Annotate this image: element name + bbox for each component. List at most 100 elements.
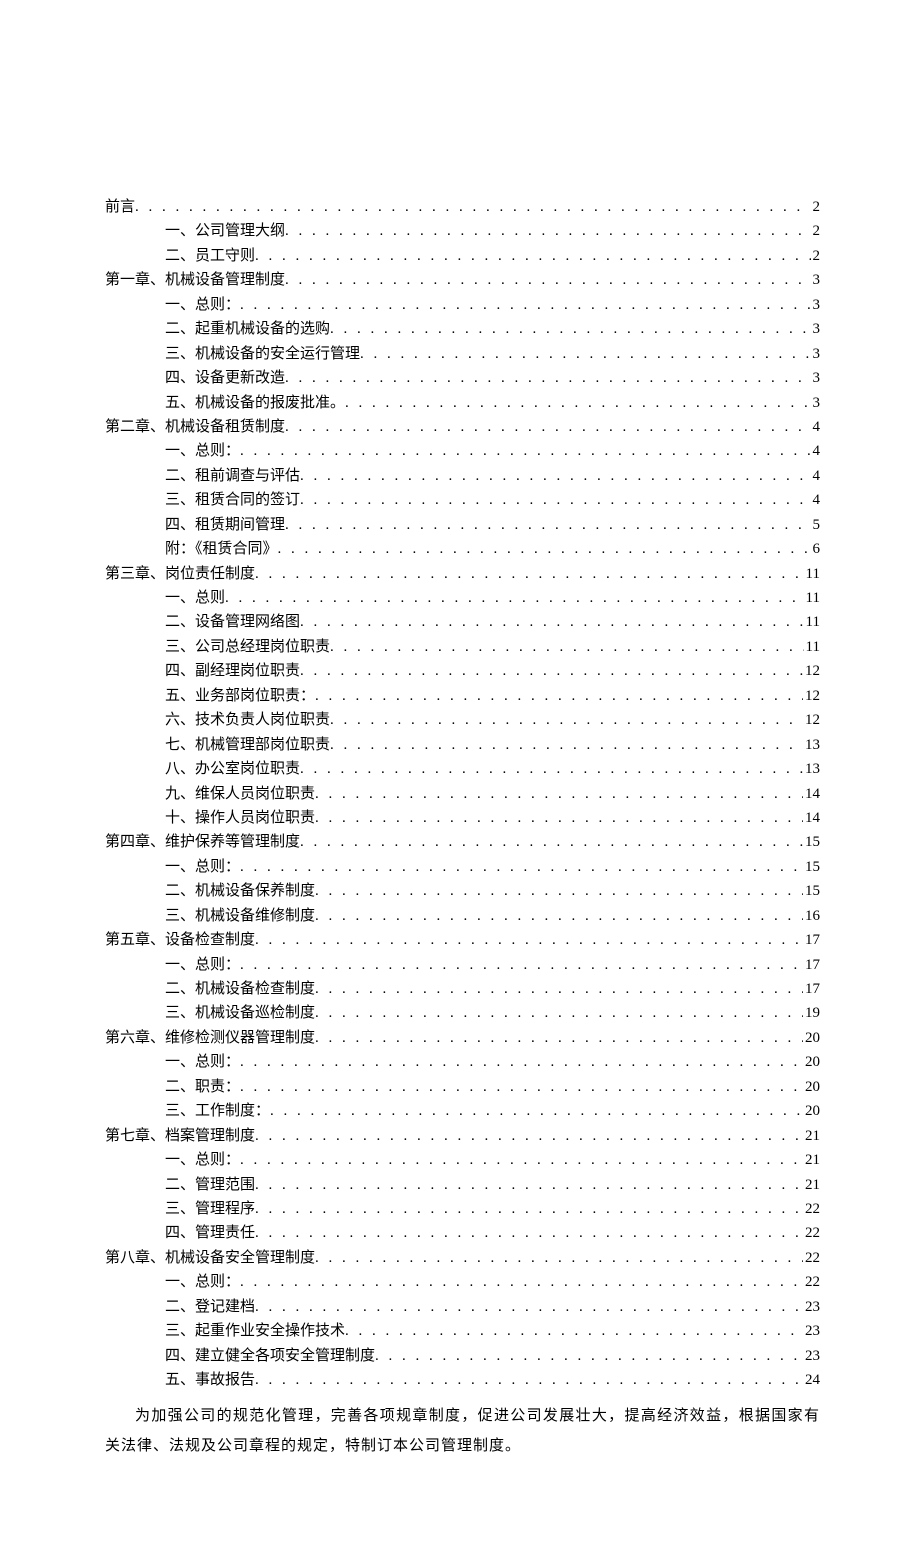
intro-paragraph: 为加强公司的规范化管理，完善各项规章制度，促进公司发展壮大，提高经济效益，根据国… [105, 1402, 820, 1461]
toc-leader-dots: . . . . . . . . . . . . . . . . . . . . … [330, 635, 804, 659]
toc-leader-dots: . . . . . . . . . . . . . . . . . . . . … [225, 586, 804, 610]
toc-entry-page: 23 [803, 1344, 820, 1368]
toc-entry: 二、起重机械设备的选购 . . . . . . . . . . . . . . … [105, 317, 820, 341]
toc-leader-dots: . . . . . . . . . . . . . . . . . . . . … [285, 268, 810, 292]
toc-entry-page: 3 [811, 293, 821, 317]
toc-entry-page: 14 [803, 782, 820, 806]
toc-entry-page: 17 [803, 977, 820, 1001]
toc-entry: 四、租赁期间管理 . . . . . . . . . . . . . . . .… [105, 513, 820, 537]
toc-entry-label: 二、租前调查与评估 [165, 464, 300, 488]
toc-entry-label: 十、操作人员岗位职责 [165, 806, 315, 830]
toc-entry-page: 19 [803, 1001, 820, 1025]
toc-entry: 第八章、机械设备安全管理制度 . . . . . . . . . . . . .… [105, 1246, 820, 1270]
toc-leader-dots: . . . . . . . . . . . . . . . . . . . . … [285, 219, 810, 243]
toc-entry-page: 20 [803, 1099, 820, 1123]
toc-entry-label: 六、技术负责人岗位职责 [165, 708, 330, 732]
toc-entry-label: 三、工作制度： [165, 1099, 270, 1123]
toc-leader-dots: . . . . . . . . . . . . . . . . . . . . … [240, 953, 803, 977]
toc-entry: 五、机械设备的报废批准。 . . . . . . . . . . . . . .… [105, 391, 820, 415]
toc-entry: 二、机械设备保养制度 . . . . . . . . . . . . . . .… [105, 879, 820, 903]
toc-entry-page: 13 [803, 733, 820, 757]
toc-entry-label: 一、总则： [165, 1148, 240, 1172]
toc-entry: 三、起重作业安全操作技术 . . . . . . . . . . . . . .… [105, 1319, 820, 1343]
toc-entry: 第六章、维修检测仪器管理制度 . . . . . . . . . . . . .… [105, 1026, 820, 1050]
toc-entry-page: 20 [803, 1026, 820, 1050]
toc-leader-dots: . . . . . . . . . . . . . . . . . . . . … [255, 1173, 803, 1197]
toc-entry-label: 第八章、机械设备安全管理制度 [105, 1246, 315, 1270]
toc-entry: 十、操作人员岗位职责 . . . . . . . . . . . . . . .… [105, 806, 820, 830]
toc-entry: 八、办公室岗位职责 . . . . . . . . . . . . . . . … [105, 757, 820, 781]
toc-entry-page: 3 [811, 366, 821, 390]
toc-leader-dots: . . . . . . . . . . . . . . . . . . . . … [278, 537, 811, 561]
toc-entry-page: 11 [804, 562, 820, 586]
toc-leader-dots: . . . . . . . . . . . . . . . . . . . . … [345, 391, 810, 415]
toc-leader-dots: . . . . . . . . . . . . . . . . . . . . … [315, 1246, 803, 1270]
toc-entry: 三、工作制度： . . . . . . . . . . . . . . . . … [105, 1099, 820, 1123]
toc-entry: 六、技术负责人岗位职责 . . . . . . . . . . . . . . … [105, 708, 820, 732]
toc-entry-label: 二、职责： [165, 1075, 240, 1099]
toc-entry-label: 一、总则： [165, 1050, 240, 1074]
toc-leader-dots: . . . . . . . . . . . . . . . . . . . . … [255, 1124, 803, 1148]
toc-entry: 二、机械设备检查制度 . . . . . . . . . . . . . . .… [105, 977, 820, 1001]
toc-leader-dots: . . . . . . . . . . . . . . . . . . . . … [240, 293, 810, 317]
toc-entry: 一、总则： . . . . . . . . . . . . . . . . . … [105, 953, 820, 977]
toc-entry-label: 第五章、设备检查制度 [105, 928, 255, 952]
toc-leader-dots: . . . . . . . . . . . . . . . . . . . . … [255, 1221, 803, 1245]
toc-entry-page: 2 [811, 244, 821, 268]
toc-entry-label: 四、副经理岗位职责 [165, 659, 300, 683]
toc-leader-dots: . . . . . . . . . . . . . . . . . . . . … [315, 684, 803, 708]
toc-leader-dots: . . . . . . . . . . . . . . . . . . . . … [285, 366, 810, 390]
toc-entry-label: 二、管理范围 [165, 1173, 255, 1197]
toc-entry-label: 三、公司总经理岗位职责 [165, 635, 330, 659]
toc-entry-page: 22 [803, 1221, 820, 1245]
toc-entry: 第三章、岗位责任制度 . . . . . . . . . . . . . . .… [105, 562, 820, 586]
toc-entry: 一、总则： . . . . . . . . . . . . . . . . . … [105, 855, 820, 879]
toc-entry-page: 17 [803, 953, 820, 977]
toc-entry-page: 11 [804, 586, 820, 610]
toc-entry: 一、总则： . . . . . . . . . . . . . . . . . … [105, 439, 820, 463]
toc-entry-label: 一、总则 [165, 586, 225, 610]
toc-entry-label: 第四章、维护保养等管理制度 [105, 830, 300, 854]
toc-leader-dots: . . . . . . . . . . . . . . . . . . . . … [315, 904, 803, 928]
toc-entry-page: 22 [803, 1270, 820, 1294]
toc-entry-label: 三、机械设备的安全运行管理 [165, 342, 360, 366]
toc-entry-page: 4 [811, 464, 821, 488]
toc-entry-page: 15 [803, 830, 820, 854]
toc-entry-page: 3 [811, 268, 821, 292]
toc-entry: 七、机械管理部岗位职责 . . . . . . . . . . . . . . … [105, 733, 820, 757]
toc-entry-label: 四、租赁期间管理 [165, 513, 285, 537]
toc-entry-page: 4 [811, 415, 821, 439]
toc-leader-dots: . . . . . . . . . . . . . . . . . . . . … [330, 708, 803, 732]
toc-entry: 第五章、设备检查制度 . . . . . . . . . . . . . . .… [105, 928, 820, 952]
toc-entry: 三、机械设备的安全运行管理 . . . . . . . . . . . . . … [105, 342, 820, 366]
toc-leader-dots: . . . . . . . . . . . . . . . . . . . . … [240, 855, 803, 879]
toc-entry-label: 一、总则： [165, 855, 240, 879]
toc-entry-page: 21 [803, 1148, 820, 1172]
toc-entry: 四、管理责任 . . . . . . . . . . . . . . . . .… [105, 1221, 820, 1245]
toc-leader-dots: . . . . . . . . . . . . . . . . . . . . … [300, 464, 810, 488]
toc-leader-dots: . . . . . . . . . . . . . . . . . . . . … [345, 1319, 803, 1343]
toc-entry-label: 四、管理责任 [165, 1221, 255, 1245]
toc-entry-label: 一、总则： [165, 1270, 240, 1294]
toc-leader-dots: . . . . . . . . . . . . . . . . . . . . … [285, 415, 810, 439]
toc-entry-page: 22 [803, 1197, 820, 1221]
toc-entry-page: 3 [811, 317, 821, 341]
toc-entry-label: 附：《租赁合同》 [165, 537, 278, 561]
toc-entry-page: 6 [811, 537, 821, 561]
toc-entry-page: 5 [811, 513, 821, 537]
toc-entry-label: 九、维保人员岗位职责 [165, 782, 315, 806]
toc-leader-dots: . . . . . . . . . . . . . . . . . . . . … [240, 439, 810, 463]
toc-entry-label: 第六章、维修检测仪器管理制度 [105, 1026, 315, 1050]
toc-entry-label: 二、员工守则 [165, 244, 255, 268]
toc-leader-dots: . . . . . . . . . . . . . . . . . . . . … [360, 342, 810, 366]
toc-entry-label: 一、总则： [165, 439, 240, 463]
toc-entry-label: 三、机械设备维修制度 [165, 904, 315, 928]
toc-entry-label: 二、设备管理网络图 [165, 610, 300, 634]
toc-entry-label: 一、公司管理大纲 [165, 219, 285, 243]
toc-entry-page: 12 [803, 708, 820, 732]
toc-leader-dots: . . . . . . . . . . . . . . . . . . . . … [315, 806, 803, 830]
toc-entry: 四、设备更新改造 . . . . . . . . . . . . . . . .… [105, 366, 820, 390]
toc-entry-page: 2 [811, 195, 821, 219]
toc-entry: 前言 . . . . . . . . . . . . . . . . . . .… [105, 195, 820, 219]
toc-entry: 二、设备管理网络图 . . . . . . . . . . . . . . . … [105, 610, 820, 634]
